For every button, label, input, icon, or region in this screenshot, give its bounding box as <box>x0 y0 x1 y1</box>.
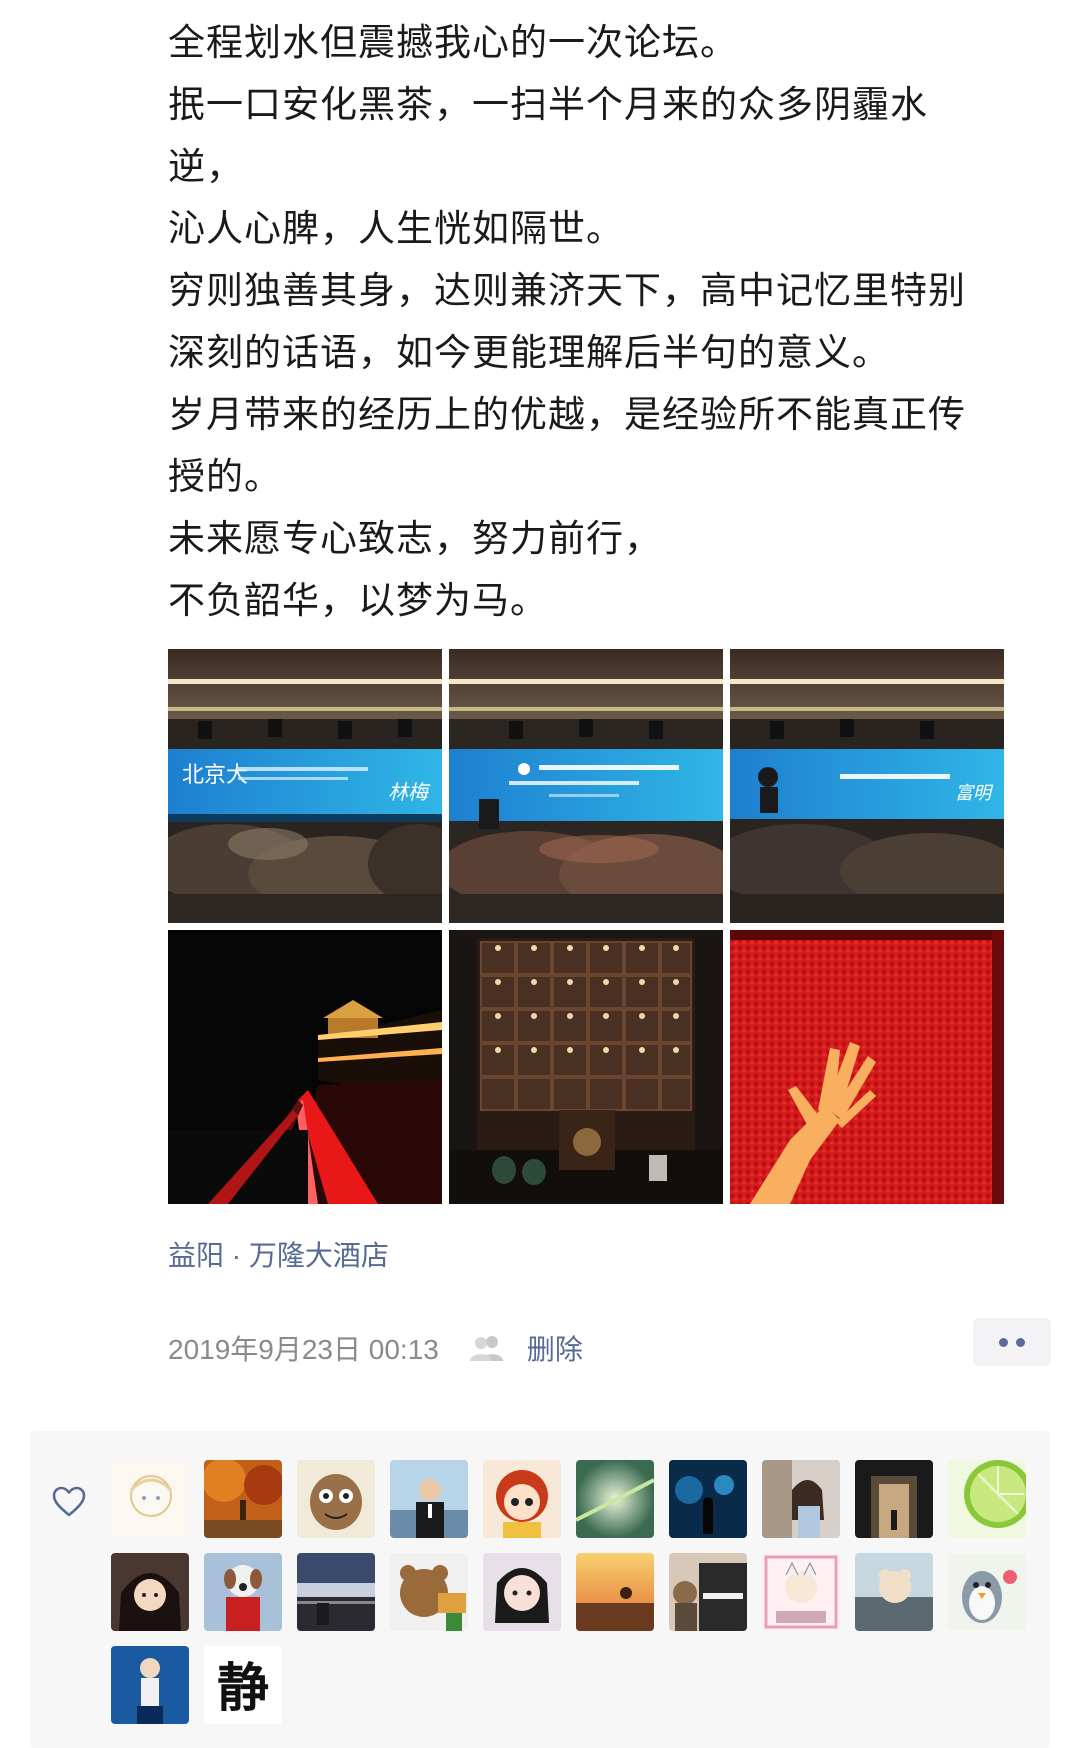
avatar[interactable] <box>297 1553 375 1631</box>
avatar-glyph: 静 <box>217 1658 269 1719</box>
location-link[interactable]: 益阳 · 万隆大酒店 <box>168 1234 389 1274</box>
avatar[interactable] <box>855 1460 933 1538</box>
photo-grid: 北京大 林梅 富明 <box>168 649 1008 1204</box>
speaker-text: 富明 <box>955 783 994 804</box>
avatar[interactable] <box>576 1553 654 1631</box>
post-line: 深刻的话语，如今更能理解后半句的意义。 <box>168 331 890 374</box>
photo-forum-stage-3[interactable]: 富明 <box>730 649 1004 923</box>
photo-night-pavilion[interactable] <box>168 930 442 1204</box>
avatar[interactable]: 静 <box>204 1646 282 1724</box>
avatar[interactable] <box>204 1553 282 1631</box>
avatar[interactable] <box>483 1460 561 1538</box>
post-line: 未来愿专心致志，努力前行， <box>168 517 662 560</box>
heart-outline-icon <box>52 1486 86 1517</box>
post-line: 岁月带来的经历上的优越，是经验所不能真正传 <box>168 393 966 436</box>
avatar[interactable] <box>111 1553 189 1631</box>
avatar[interactable] <box>762 1553 840 1631</box>
avatar[interactable] <box>297 1460 375 1538</box>
speaker-text: 林梅 <box>388 780 431 804</box>
photo-hand-red-wall[interactable] <box>730 930 1004 1204</box>
more-button[interactable] <box>973 1318 1051 1366</box>
post-line: 穷则独善其身，达则兼济天下，高中记忆里特别 <box>168 269 966 312</box>
avatar[interactable] <box>948 1460 1026 1538</box>
avatar[interactable] <box>576 1460 654 1538</box>
likes-panel: 静 <box>30 1431 1050 1748</box>
post-text: 全程划水但震撼我心的一次论坛。 抿一口安化黑茶，一扫半个月来的众多阴霾水 逆， … <box>168 12 1048 632</box>
avatar[interactable] <box>390 1553 468 1631</box>
slide-text: 北京大 <box>182 763 248 788</box>
post-timestamp: 2019年9月23日 00:13 <box>168 1334 439 1365</box>
friends-group-icon[interactable] <box>467 1333 507 1363</box>
post-line: 不负韶华，以梦为马。 <box>168 579 548 622</box>
post-line: 逆， <box>168 145 244 188</box>
more-dots-icon <box>1016 1337 1025 1347</box>
post-line: 全程划水但震撼我心的一次论坛。 <box>168 21 738 64</box>
avatar[interactable] <box>855 1553 933 1631</box>
avatar[interactable] <box>111 1460 189 1538</box>
avatar[interactable] <box>483 1553 561 1631</box>
avatar[interactable] <box>948 1553 1026 1631</box>
avatar[interactable] <box>762 1460 840 1538</box>
photo-forum-stage-2[interactable] <box>449 649 723 923</box>
avatar[interactable] <box>669 1553 747 1631</box>
post-meta: 2019年9月23日 00:13 删除 <box>168 1328 583 1368</box>
avatar[interactable] <box>390 1460 468 1538</box>
post-line: 沁人心脾，人生恍如隔世。 <box>168 207 624 250</box>
avatar[interactable] <box>669 1460 747 1538</box>
liker-avatars: 静 <box>111 1460 1026 1724</box>
post-line: 抿一口安化黑茶，一扫半个月来的众多阴霾水 <box>168 83 928 126</box>
delete-button[interactable]: 删除 <box>527 1328 583 1368</box>
avatar[interactable] <box>111 1646 189 1724</box>
more-dots-icon <box>999 1337 1008 1347</box>
photo-tea-cabinet[interactable] <box>449 930 723 1204</box>
avatar[interactable] <box>204 1460 282 1538</box>
photo-forum-stage-1[interactable]: 北京大 林梅 <box>168 649 442 923</box>
post-line: 授的。 <box>168 455 282 498</box>
